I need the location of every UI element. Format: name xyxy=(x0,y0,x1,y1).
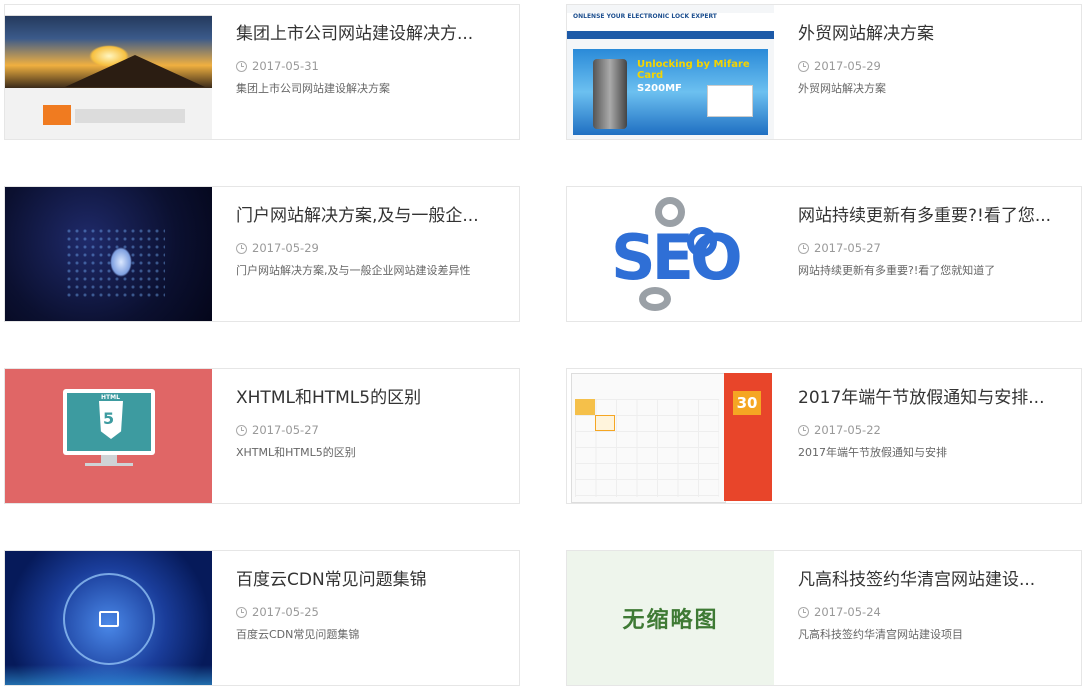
article-thumbnail[interactable]: SEO xyxy=(567,187,774,321)
article-title[interactable]: 凡高科技签约华清宫网站建设... xyxy=(798,569,1067,591)
clock-icon xyxy=(236,60,247,72)
article-description: 百度云CDN常见问题集锦 xyxy=(236,628,360,641)
article-date: 2017-05-27 xyxy=(814,241,881,255)
article-date: 2017-05-25 xyxy=(252,605,319,619)
article-title[interactable]: XHTML和HTML5的区别 xyxy=(236,387,505,409)
html-label: HTML xyxy=(101,394,120,401)
article-date: 2017-05-29 xyxy=(814,59,881,73)
article-title[interactable]: 门户网站解决方案,及与一般企... xyxy=(236,205,505,227)
article-description: 凡高科技签约华清宫网站建设项目 xyxy=(798,628,963,641)
article-thumbnail[interactable] xyxy=(5,187,212,321)
article-grid: 集团上市公司网站建设解决方... 2017-05-31 集团上市公司网站建设解决… xyxy=(0,0,1087,691)
article-title[interactable]: 百度云CDN常见问题集锦 xyxy=(236,569,505,591)
article-title[interactable]: 外贸网站解决方案 xyxy=(798,23,1067,45)
article-card[interactable]: 门户网站解决方案,及与一般企... 2017-05-29 门户网站解决方案,及与… xyxy=(4,186,520,322)
article-description: 集团上市公司网站建设解决方案 xyxy=(236,82,390,95)
article-card[interactable]: 无缩略图 凡高科技签约华清宫网站建设... 2017-05-24 凡高科技签约华… xyxy=(566,550,1082,686)
article-description: 门户网站解决方案,及与一般企业网站建设差异性 xyxy=(236,264,471,277)
calendar-day: 30 xyxy=(733,391,761,415)
article-title[interactable]: 2017年端午节放假通知与安排... xyxy=(798,387,1067,409)
article-description: XHTML和HTML5的区别 xyxy=(236,446,356,459)
article-card[interactable]: 百度云CDN常见问题集锦 2017-05-25 百度云CDN常见问题集锦 xyxy=(4,550,520,686)
article-card[interactable]: 30 2017年端午节放假通知与安排... 2017-05-22 2017年端午… xyxy=(566,368,1082,504)
article-thumbnail[interactable]: 30 xyxy=(567,369,774,503)
article-thumbnail[interactable]: ONLENSE YOUR ELECTRONIC LOCK EXPERT Unlo… xyxy=(567,5,774,139)
article-thumbnail[interactable] xyxy=(5,5,212,139)
article-date: 2017-05-22 xyxy=(814,423,881,437)
article-date: 2017-05-31 xyxy=(252,59,319,73)
article-date: 2017-05-24 xyxy=(814,605,881,619)
clock-icon xyxy=(236,242,247,254)
article-description: 网站持续更新有多重要?!看了您就知道了 xyxy=(798,264,996,277)
clock-icon xyxy=(236,606,247,618)
clock-icon xyxy=(798,606,809,618)
article-thumbnail[interactable]: 无缩略图 xyxy=(567,551,774,685)
article-date: 2017-05-29 xyxy=(252,241,319,255)
thumbnail-banner-text: Unlocking by Mifare Card xyxy=(637,59,750,81)
clock-icon xyxy=(798,60,809,72)
article-card[interactable]: 集团上市公司网站建设解决方... 2017-05-31 集团上市公司网站建设解决… xyxy=(4,4,520,140)
article-description: 外贸网站解决方案 xyxy=(798,82,886,95)
clock-icon xyxy=(798,424,809,436)
thumbnail-caption: ONLENSE YOUR ELECTRONIC LOCK EXPERT xyxy=(573,13,717,20)
article-card[interactable]: SEO 网站持续更新有多重要?!看了您... 2017-05-27 网站持续更新… xyxy=(566,186,1082,322)
article-thumbnail[interactable] xyxy=(5,551,212,685)
thumbnail-model-text: S200MF xyxy=(637,83,682,94)
no-thumbnail-text: 无缩略图 xyxy=(622,608,719,633)
clock-icon xyxy=(236,424,247,436)
article-title[interactable]: 集团上市公司网站建设解决方... xyxy=(236,23,505,45)
article-description: 2017年端午节放假通知与安排 xyxy=(798,446,947,459)
article-title[interactable]: 网站持续更新有多重要?!看了您... xyxy=(798,205,1067,227)
clock-icon xyxy=(798,242,809,254)
article-card[interactable]: HTML 5 XHTML和HTML5的区别 2017-05-27 XHTML和H… xyxy=(4,368,520,504)
thumbnail-seo-text: SEO xyxy=(611,221,743,294)
article-thumbnail[interactable]: HTML 5 xyxy=(5,369,212,503)
html5-number: 5 xyxy=(103,409,115,428)
article-date: 2017-05-27 xyxy=(252,423,319,437)
article-card[interactable]: ONLENSE YOUR ELECTRONIC LOCK EXPERT Unlo… xyxy=(566,4,1082,140)
